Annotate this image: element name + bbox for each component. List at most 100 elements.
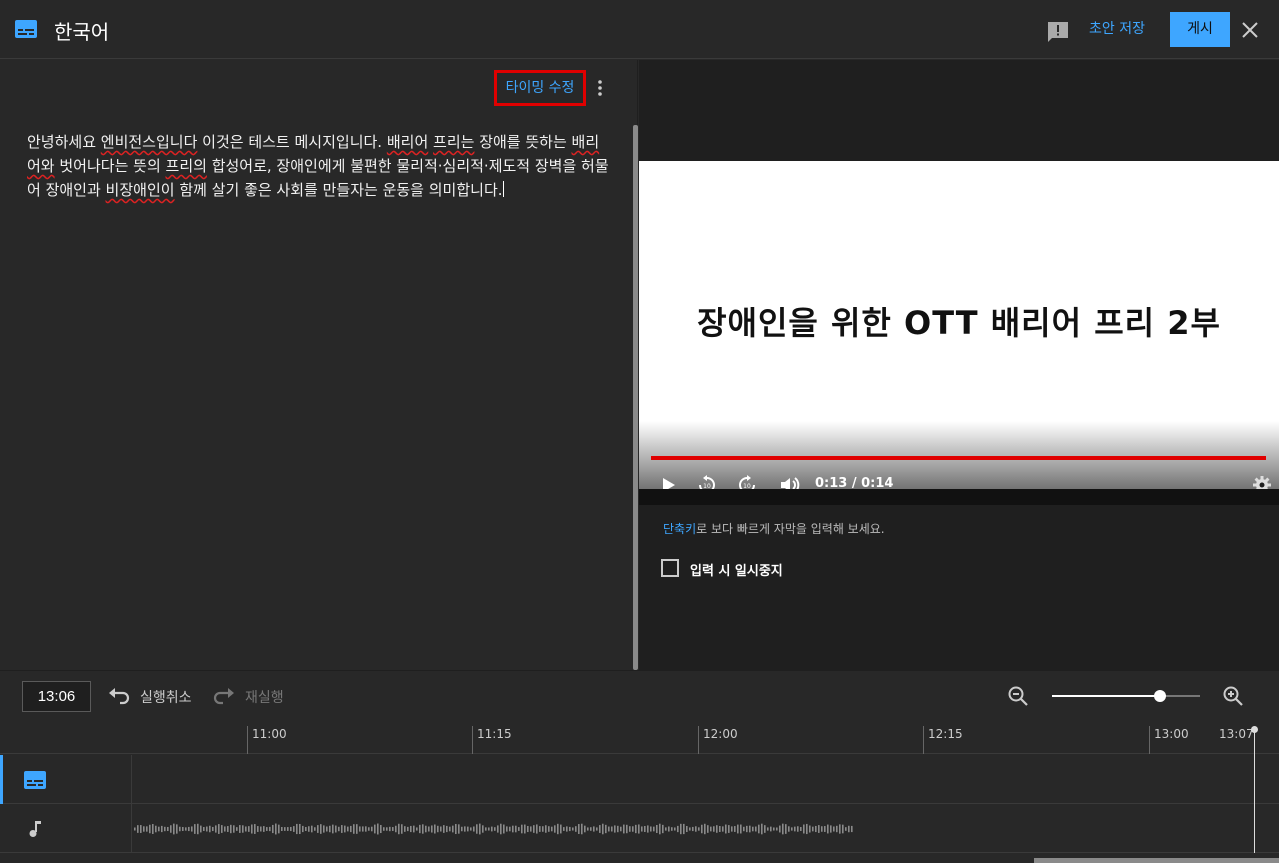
video-progress-bar[interactable]: [651, 456, 1266, 460]
waveform-bar: [347, 826, 349, 832]
waveform-bar: [293, 826, 295, 832]
waveform-bar: [683, 823, 685, 835]
waveform-bar: [137, 825, 139, 833]
waveform-bar: [437, 825, 439, 833]
waveform-bar: [236, 827, 238, 831]
waveform-bar: [647, 825, 649, 833]
waveform-bar: [518, 827, 520, 831]
waveform-bar: [392, 827, 394, 831]
shortcut-link[interactable]: 단축키: [663, 522, 696, 536]
text-segment: 안녕하세요: [27, 133, 101, 151]
waveform-bar: [503, 824, 505, 834]
waveform-bar: [344, 825, 346, 833]
waveform-bar: [710, 826, 712, 832]
waveform-bar: [470, 827, 472, 831]
waveform-bar: [197, 823, 199, 835]
waveform-bar: [650, 826, 652, 832]
waveform-bar: [422, 824, 424, 834]
waveform-bar: [506, 826, 508, 832]
audio-track[interactable]: [0, 804, 1279, 853]
playhead-line[interactable]: [1254, 729, 1255, 853]
waveform-bar: [545, 825, 547, 833]
waveform-bar: [188, 826, 190, 832]
feedback-icon[interactable]: [1046, 21, 1070, 43]
waveform-bar: [419, 824, 421, 834]
subtitle-text-area[interactable]: 안녕하세요 엔비전스입니다 이것은 테스트 메시지입니다. 배리어 프리는 장애…: [27, 130, 612, 202]
waveform-bar: [497, 825, 499, 833]
waveform-bar: [449, 826, 451, 832]
waveform-bar: [794, 826, 796, 832]
waveform-bar: [464, 826, 466, 832]
waveform-bar: [389, 826, 391, 832]
zoom-thumb[interactable]: [1154, 690, 1166, 702]
waveform-bar: [509, 826, 511, 832]
misspelled-word: 배리어: [386, 133, 429, 151]
waveform-bar: [743, 826, 745, 832]
waveform-bar: [689, 827, 691, 831]
subtitle-track-header: [0, 755, 132, 804]
timeline-ruler[interactable]: 11:00 11:15 12:00 12:15 13:00 13:07: [0, 720, 1279, 754]
video-player[interactable]: 장애인을 위한 OTT 배리어 프리 2부: [639, 161, 1279, 489]
waveform-bar: [416, 827, 418, 831]
save-draft-button[interactable]: 초안 저장: [1083, 12, 1151, 46]
waveform-bar: [533, 825, 535, 833]
waveform-bar: [668, 826, 670, 832]
zoom-fill: [1052, 695, 1160, 697]
undo-icon[interactable]: [108, 687, 130, 705]
waveform-bar: [611, 826, 613, 832]
editor-scrollbar[interactable]: [633, 125, 638, 670]
waveform-bar: [230, 824, 232, 834]
waveform-bar: [140, 825, 142, 833]
waveform-bar: [302, 825, 304, 833]
waveform-bar: [848, 825, 850, 833]
playhead-handle[interactable]: [1251, 726, 1258, 733]
waveform-bar: [557, 823, 559, 835]
current-time-input[interactable]: 13:06: [22, 681, 91, 712]
timeline-tick: 13:07: [1219, 727, 1254, 741]
waveform-bar: [617, 825, 619, 833]
subtitle-editor-pane: 타이밍 수정 안녕하세요 엔비전스입니다 이것은 테스트 메시지입니다. 배리어…: [0, 60, 638, 670]
waveform-bar: [320, 824, 322, 834]
waveform-bar: [482, 825, 484, 833]
pause-while-typing-checkbox[interactable]: [661, 559, 679, 577]
waveform-bar: [356, 824, 358, 834]
misspelled-word: 비장애인이: [105, 181, 175, 199]
waveform-bar: [134, 827, 136, 831]
waveform-bar: [524, 824, 526, 834]
waveform-bar: [380, 824, 382, 834]
waveform-bar: [371, 826, 373, 832]
waveform-bar: [764, 825, 766, 833]
more-vert-icon[interactable]: [590, 78, 610, 98]
zoom-slider[interactable]: [1052, 687, 1200, 705]
edit-timing-button[interactable]: 타이밍 수정: [494, 70, 586, 106]
publish-button[interactable]: 게시: [1170, 12, 1230, 47]
undo-button[interactable]: 실행취소: [140, 687, 192, 707]
waveform-bar: [569, 826, 571, 832]
waveform-bar: [605, 824, 607, 834]
waveform-bar: [332, 824, 334, 834]
waveform-bar: [329, 825, 331, 833]
waveform-bar: [182, 826, 184, 832]
zoom-out-icon[interactable]: [1007, 685, 1029, 707]
waveform-bar: [173, 823, 175, 835]
waveform-bar: [851, 825, 853, 833]
waveform-bar: [671, 827, 673, 831]
waveform-bar: [752, 826, 754, 832]
redo-icon[interactable]: [213, 687, 235, 705]
zoom-in-icon[interactable]: [1222, 685, 1244, 707]
waveform-bar: [731, 826, 733, 832]
redo-button[interactable]: 재실행: [245, 687, 284, 707]
waveform-bar: [413, 825, 415, 833]
waveform-bar: [827, 824, 829, 834]
waveform-bar: [740, 824, 742, 834]
close-icon[interactable]: [1240, 20, 1260, 40]
waveform-bar: [800, 827, 802, 831]
waveform-bar: [716, 825, 718, 833]
subtitle-track[interactable]: [0, 755, 1279, 804]
waveform-bar: [185, 827, 187, 831]
waveform-bar: [512, 825, 514, 833]
text-segment: 이것은 테스트 메시지입니다.: [197, 133, 387, 151]
waveform-bar: [155, 825, 157, 833]
timeline-scrollbar[interactable]: [1034, 858, 1279, 863]
waveform-bar: [290, 826, 292, 832]
